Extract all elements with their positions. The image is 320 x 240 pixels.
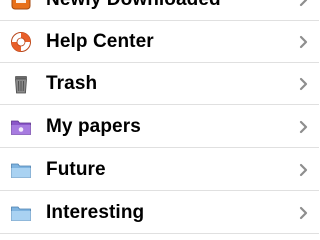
chevron-right-icon [299, 0, 307, 6]
list-item-label: Interesting [46, 201, 145, 223]
document-list: Newly Downloaded Help Center [0, 0, 319, 240]
trash-can-icon [9, 72, 33, 96]
lifebuoy-icon [9, 30, 33, 54]
download-badge-icon [9, 0, 33, 12]
list-item-help-center[interactable]: Help Center [0, 21, 319, 63]
list-item-label: Help Center [46, 30, 154, 52]
list-item-label: My papers [46, 115, 141, 137]
folder-icon [9, 158, 33, 182]
list-item-label: Future [46, 158, 106, 180]
list-item-label: Trash [46, 72, 98, 94]
list-item-label: Newly Downloaded [46, 0, 221, 11]
list-item-newly-downloaded[interactable]: Newly Downloaded [0, 0, 319, 21]
chevron-right-icon [299, 120, 308, 133]
folder-icon [9, 201, 33, 225]
chevron-right-icon [299, 163, 308, 176]
list-item-future[interactable]: Future [0, 149, 319, 191]
purple-folder-icon [9, 115, 33, 139]
chevron-right-icon [299, 77, 308, 90]
list-item-my-papers[interactable]: My papers [0, 106, 319, 148]
list-item-trash[interactable]: Trash [0, 63, 319, 105]
chevron-right-icon [299, 35, 308, 48]
chevron-right-icon [299, 206, 308, 219]
list-item-interesting[interactable]: Interesting [0, 192, 319, 234]
